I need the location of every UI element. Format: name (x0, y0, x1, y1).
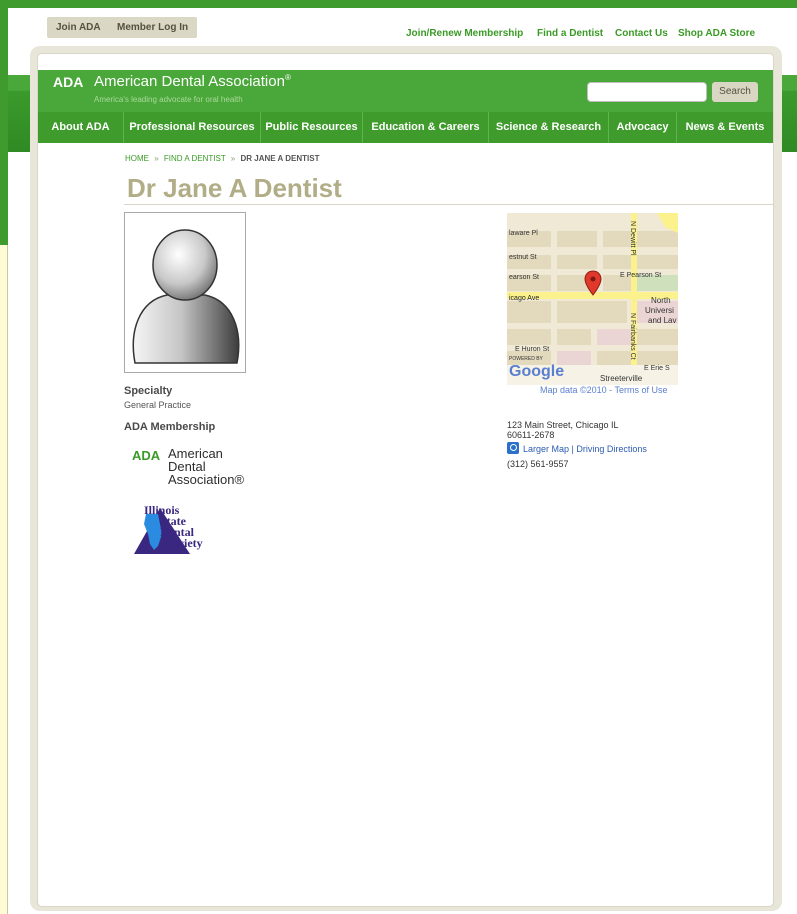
join-renew-link[interactable]: Join/Renew Membership (406, 28, 523, 39)
nav-advocacy[interactable]: Advocacy (609, 112, 676, 143)
breadcrumb-find-dentist[interactable]: FIND A DENTIST (164, 154, 226, 163)
title-divider (124, 204, 773, 205)
map-label-chicago: icago Ave (509, 295, 539, 302)
contact-us-link[interactable]: Contact Us (615, 28, 668, 39)
map-label-chestnut: estnut St (509, 254, 537, 261)
logo-name[interactable]: American Dental Association® (94, 73, 291, 90)
ada-membership-logo: ADA American Dental Association® (132, 447, 244, 486)
map-label-university: Universi (645, 306, 674, 315)
ada-logo-short: ADA (132, 448, 161, 463)
phone-number: (312) 561-9557 (507, 459, 569, 469)
logo-ada-short[interactable]: ADA (53, 74, 83, 90)
map-label-northwestern: North (651, 296, 671, 305)
logo-name-text: American Dental Association (94, 73, 285, 90)
map-tiles: laware Pl estnut St earson St icago Ave … (507, 213, 678, 385)
larger-map-link[interactable]: Larger Map (523, 444, 569, 454)
map-label-dewitt: N Dewitt Pl (629, 221, 636, 256)
map-label-law: and Lav (648, 316, 676, 325)
isds-logo-line: Society (166, 536, 203, 550)
magnifier-icon[interactable] (507, 442, 519, 454)
avatar-placeholder-icon (132, 229, 240, 364)
address-line-1: 123 Main Street, Chicago IL (507, 420, 619, 430)
breadcrumb-separator: » (230, 154, 236, 163)
find-dentist-link[interactable]: Find a Dentist (537, 28, 603, 39)
nav-education-careers[interactable]: Education & Careers (363, 112, 488, 143)
specialty-value: General Practice (124, 400, 192, 410)
nav-science-research[interactable]: Science & Research (489, 112, 608, 143)
logo-tagline: America's leading advocate for oral heal… (94, 95, 243, 104)
map-label-fairbanks: N Fairbanks Ct (629, 313, 636, 360)
breadcrumb: HOME » FIND A DENTIST » DR JANE A DENTIS… (125, 154, 319, 163)
nav-news-events[interactable]: News & Events (677, 112, 773, 143)
map-powered-by: POWERED BY (509, 356, 544, 362)
membership-label: ADA Membership (124, 421, 216, 433)
ada-logo-text: American Dental Association® (168, 447, 244, 486)
map-label-e-pearson: E Pearson St (620, 272, 661, 279)
map-label-erie: E Erie S (644, 365, 670, 372)
breadcrumb-current: DR JANE A DENTIST (240, 154, 320, 163)
header-brand-bar: ADA American Dental Association® America… (38, 70, 773, 112)
map-links: Larger Map | Driving Directions (507, 442, 647, 454)
isds-logo: Illinois State Dental Society (132, 504, 222, 556)
map-label-pearson: earson St (509, 274, 539, 281)
map-data-caption[interactable]: Map data ©2010 - Terms of Use (540, 385, 668, 395)
search-button[interactable]: Search (712, 82, 758, 102)
nav-public-resources[interactable]: Public Resources (261, 112, 362, 143)
page-title: Dr Jane A Dentist (127, 173, 342, 203)
site-header: ADA American Dental Association® America… (38, 70, 773, 143)
search-input[interactable] (587, 82, 707, 102)
cream-divider (7, 245, 8, 914)
link-separator: | (571, 444, 574, 454)
map-label-streeterville: Streeterville (600, 374, 643, 383)
map-label-delaware: laware Pl (509, 230, 538, 237)
google-logo[interactable]: Google (509, 363, 564, 380)
join-ada-button[interactable]: Join ADA (47, 17, 110, 38)
registered-mark: ® (284, 73, 291, 82)
breadcrumb-separator: » (154, 154, 159, 163)
member-login-button[interactable]: Member Log In (108, 17, 198, 38)
driving-directions-link[interactable]: Driving Directions (576, 444, 647, 454)
address-line-2: 60611-2678 (507, 430, 555, 440)
nav-about-ada[interactable]: About ADA (38, 112, 123, 143)
specialty-label: Specialty (124, 385, 173, 397)
nav-professional-resources[interactable]: Professional Resources (124, 112, 260, 143)
shop-store-link[interactable]: Shop ADA Store (678, 28, 755, 39)
main-nav: About ADA Professional Resources Public … (38, 112, 773, 143)
breadcrumb-home[interactable]: HOME (125, 154, 149, 163)
map-label-huron: E Huron St (515, 346, 549, 353)
ada-logo-line: Association® (168, 472, 245, 487)
avatar (124, 212, 246, 373)
location-map[interactable]: laware Pl estnut St earson St icago Ave … (507, 213, 678, 385)
